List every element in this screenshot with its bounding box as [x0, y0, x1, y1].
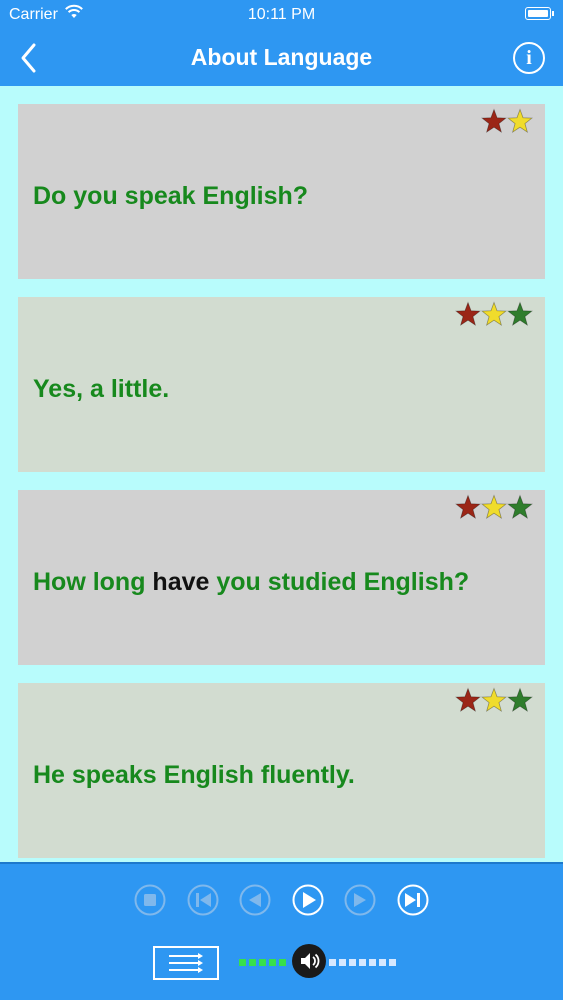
- previous-button[interactable]: [239, 884, 271, 916]
- info-icon[interactable]: i: [513, 42, 545, 74]
- volume-segment: [359, 959, 366, 966]
- star-icon: [507, 687, 533, 713]
- page-title: About Language: [190, 44, 373, 70]
- star-icon: [481, 301, 507, 327]
- volume-segment: [329, 959, 336, 966]
- phrase-segment: He speaks English fluently.: [33, 761, 355, 789]
- phrase-card[interactable]: Yes, a little.: [18, 297, 545, 472]
- star-icon: [481, 494, 507, 520]
- star-rating-icon: [455, 687, 533, 713]
- star-rating-icon: [481, 108, 533, 134]
- skip-back-button[interactable]: [187, 884, 219, 916]
- stop-button[interactable]: [134, 884, 166, 916]
- volume-segment: [269, 959, 276, 966]
- star-icon: [481, 108, 507, 134]
- volume-segment: [339, 959, 346, 966]
- next-icon: [344, 884, 376, 916]
- previous-icon: [239, 884, 271, 916]
- phrase-card[interactable]: How long have you studied English?: [18, 490, 545, 665]
- volume-segment: [279, 959, 286, 966]
- phrase-segment: Do you speak English?: [33, 182, 309, 210]
- phrase-segment: How long: [33, 568, 153, 596]
- phrase-text: How long have you studied English?: [33, 568, 469, 597]
- volume-segment: [259, 959, 266, 966]
- star-rating-icon: [455, 494, 533, 520]
- star-icon: [507, 108, 533, 134]
- volume-segment: [349, 959, 356, 966]
- star-rating-icon: [455, 301, 533, 327]
- next-button[interactable]: [344, 884, 376, 916]
- volume-segment: [369, 959, 376, 966]
- star-icon: [481, 687, 507, 713]
- phrase-card[interactable]: He speaks English fluently.: [18, 683, 545, 858]
- star-icon: [507, 494, 533, 520]
- volume-segment: [379, 959, 386, 966]
- star-icon: [507, 301, 533, 327]
- volume-segment: [389, 959, 396, 966]
- skip-back-icon: [187, 884, 218, 916]
- phrase-card[interactable]: Do you speak English?: [18, 104, 545, 279]
- speaker-icon[interactable]: [292, 944, 327, 978]
- star-icon: [455, 494, 481, 520]
- volume-segment: [249, 959, 256, 966]
- star-icon: [455, 687, 481, 713]
- volume-segment: [239, 959, 246, 966]
- phrase-text: Do you speak English?: [33, 182, 308, 211]
- status-bar: Carrier 10:11 PM: [0, 0, 563, 30]
- list-icon[interactable]: [153, 946, 219, 980]
- star-icon: [455, 301, 481, 327]
- stop-icon: [134, 884, 166, 916]
- battery-icon: [525, 7, 554, 20]
- volume-slider[interactable]: [238, 944, 408, 980]
- skip-forward-button[interactable]: [397, 884, 429, 916]
- navigation-bar: About Language i: [0, 30, 563, 86]
- phrase-segment: Yes, a little.: [33, 375, 170, 403]
- skip-forward-icon: [397, 884, 428, 916]
- clock: 10:11 PM: [247, 6, 316, 23]
- player-bar: [0, 862, 563, 1000]
- phrase-segment: you studied English?: [209, 568, 470, 596]
- phrase-list: Do you speak English? Yes, a little. How l…: [0, 86, 563, 862]
- play-button[interactable]: [292, 884, 324, 916]
- play-icon: [292, 884, 323, 916]
- highlighted-word: have: [152, 568, 210, 596]
- phrase-text: Yes, a little.: [33, 375, 169, 404]
- phrase-text: He speaks English fluently.: [33, 761, 355, 790]
